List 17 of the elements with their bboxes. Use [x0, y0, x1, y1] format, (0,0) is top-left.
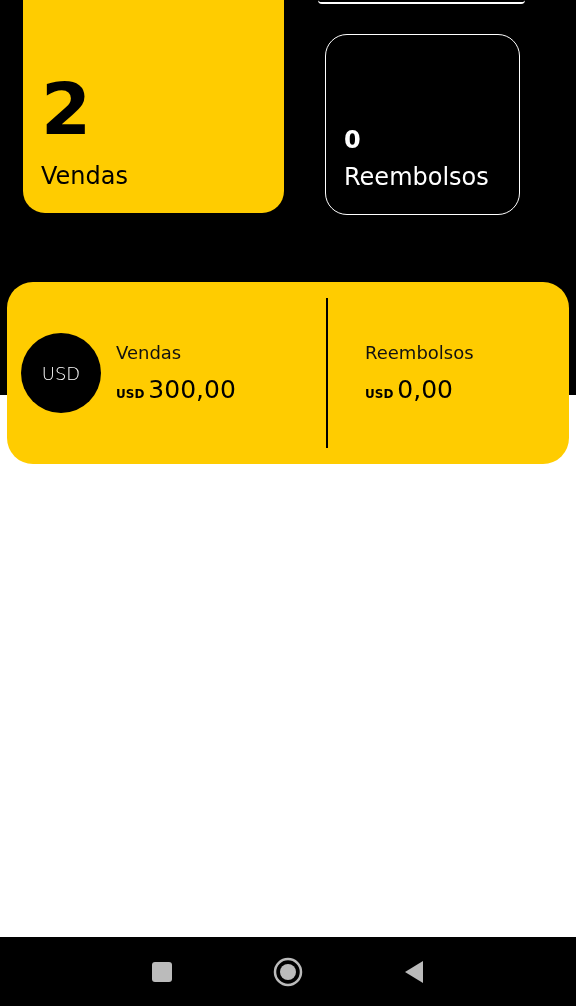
currency-code: USD	[116, 387, 145, 401]
stat-value: 2	[41, 72, 93, 145]
amount: 300,00	[148, 375, 236, 404]
circle-icon	[273, 956, 303, 987]
home-button[interactable]	[273, 956, 303, 987]
currency-badge: USD	[21, 333, 101, 413]
stat-label: Reembolsos	[344, 163, 490, 190]
stat-value: 0	[344, 127, 362, 152]
currency-code: USD	[365, 387, 394, 401]
summary-label: Reembolsos	[365, 342, 475, 363]
back-button[interactable]	[403, 959, 425, 984]
stat-label: Vendas	[41, 162, 129, 189]
amount: 0,00	[397, 375, 454, 404]
triangle-icon	[403, 959, 425, 984]
recents-button[interactable]	[151, 960, 173, 983]
summary-label: Vendas	[116, 342, 183, 363]
square-icon	[151, 960, 173, 983]
